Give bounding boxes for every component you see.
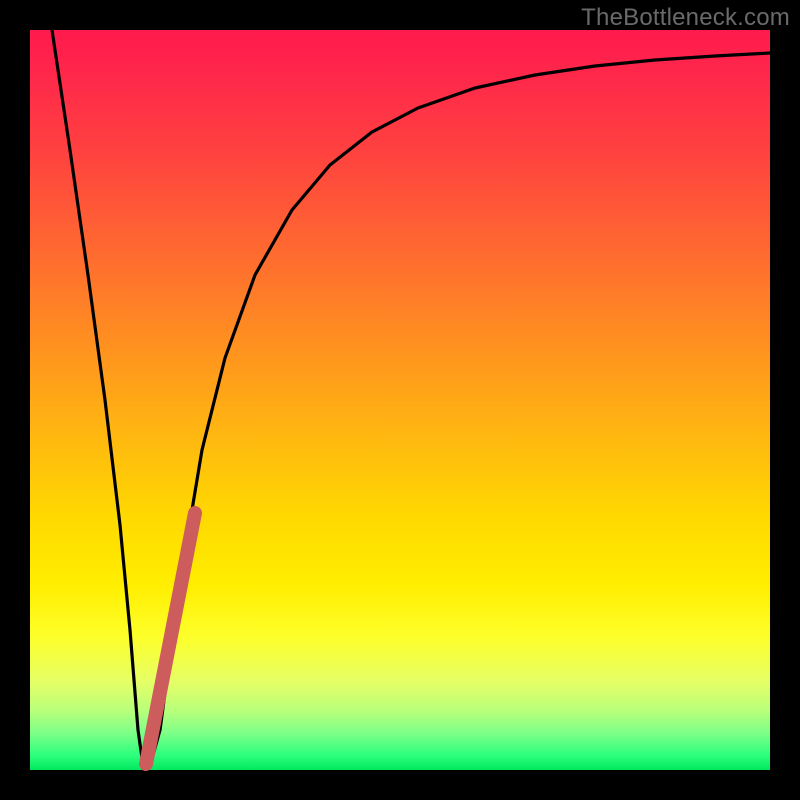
outer-frame: TheBottleneck.com — [0, 0, 800, 800]
chart-svg — [30, 30, 770, 770]
watermark-text: TheBottleneck.com — [581, 4, 790, 32]
highlight-segment — [146, 513, 195, 764]
bottleneck-curve — [52, 30, 770, 766]
